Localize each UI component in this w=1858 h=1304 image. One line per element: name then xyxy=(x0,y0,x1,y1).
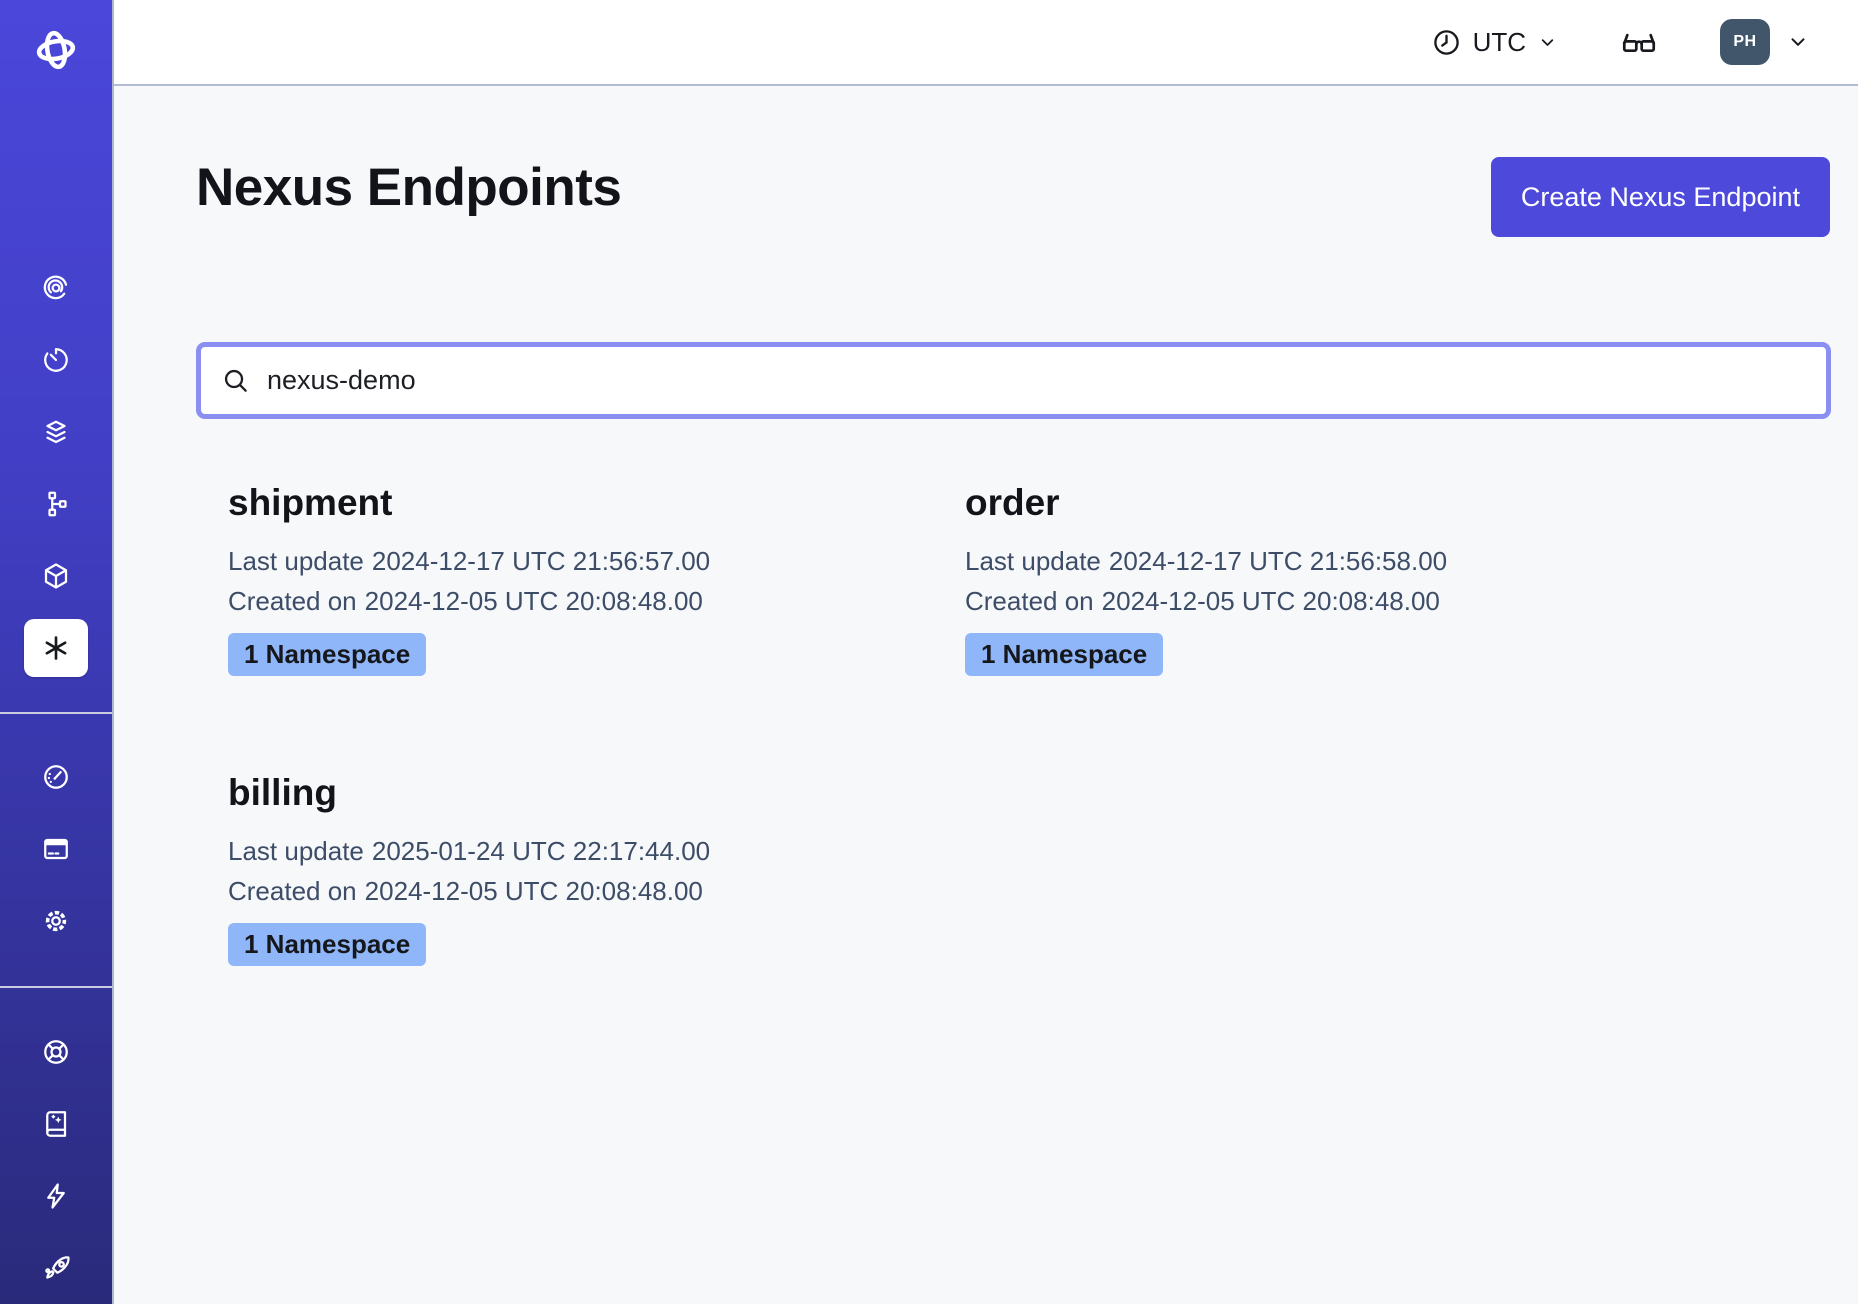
sidebar-item-workflows[interactable] xyxy=(0,252,112,324)
sidebar-item-docs[interactable] xyxy=(0,1088,112,1160)
sidebar-item-namespaces[interactable] xyxy=(0,540,112,612)
sidebar-divider xyxy=(0,986,112,988)
billing-card-icon xyxy=(41,834,71,864)
endpoint-name: order xyxy=(965,482,1675,525)
create-nexus-endpoint-button[interactable]: Create Nexus Endpoint xyxy=(1491,157,1830,237)
sidebar-item-deployments[interactable] xyxy=(0,396,112,468)
sidebar xyxy=(0,0,114,1304)
getting-started-rocket-icon xyxy=(41,1253,71,1283)
chevron-down-icon xyxy=(1537,32,1558,53)
workflows-spiral-icon xyxy=(41,273,71,303)
namespace-count-badge: 1 Namespace xyxy=(228,633,426,676)
endpoint-search-box xyxy=(196,342,1831,419)
topbar: UTC PH xyxy=(114,0,1858,86)
sidebar-item-usage[interactable] xyxy=(0,741,112,813)
sidebar-item-billing[interactable] xyxy=(0,813,112,885)
nexus-asterisk-icon xyxy=(41,633,71,663)
glasses-icon xyxy=(1620,23,1658,61)
sidebar-item-support[interactable] xyxy=(0,1016,112,1088)
endpoint-created: Created on2024-12-05 UTC 20:08:48.00 xyxy=(228,871,938,911)
reader-mode-button[interactable] xyxy=(1620,23,1658,61)
settings-gear-icon xyxy=(41,906,71,936)
endpoint-created: Created on2024-12-05 UTC 20:08:48.00 xyxy=(965,581,1675,621)
endpoint-name: billing xyxy=(228,772,938,815)
user-menu[interactable]: PH xyxy=(1720,19,1810,65)
timezone-label: UTC xyxy=(1473,27,1526,58)
namespaces-cube-icon xyxy=(41,561,71,591)
avatar: PH xyxy=(1720,19,1770,65)
page-title: Nexus Endpoints xyxy=(196,158,621,217)
sidebar-item-batch-operations[interactable] xyxy=(0,468,112,540)
sidebar-divider xyxy=(0,712,112,714)
endpoint-last-update: Last update2025-01-24 UTC 22:17:44.00 xyxy=(228,831,938,871)
endpoint-name: shipment xyxy=(228,482,938,525)
main-content: Nexus Endpoints Create Nexus Endpoint sh… xyxy=(114,86,1858,1304)
search-input[interactable] xyxy=(267,365,1806,396)
endpoint-last-update: Last update2024-12-17 UTC 21:56:57.00 xyxy=(228,541,938,581)
sidebar-group-account xyxy=(0,741,112,957)
temporal-logo[interactable] xyxy=(31,28,81,77)
batch-operations-tree-icon xyxy=(41,489,71,519)
sidebar-item-whats-new[interactable] xyxy=(0,1160,112,1232)
sidebar-item-getting-started[interactable] xyxy=(0,1232,112,1304)
chevron-down-icon xyxy=(1786,30,1810,54)
namespace-count-badge: 1 Namespace xyxy=(228,923,426,966)
timezone-selector[interactable]: UTC xyxy=(1431,27,1558,58)
endpoint-card-shipment[interactable]: shipment Last update2024-12-17 UTC 21:56… xyxy=(228,482,938,676)
active-item-highlight xyxy=(24,619,88,677)
clock-icon xyxy=(1431,27,1462,58)
sidebar-group-main xyxy=(0,252,112,684)
endpoint-created: Created on2024-12-05 UTC 20:08:48.00 xyxy=(228,581,938,621)
endpoint-last-update: Last update2024-12-17 UTC 21:56:58.00 xyxy=(965,541,1675,581)
sidebar-item-settings[interactable] xyxy=(0,885,112,957)
deployments-layers-icon xyxy=(41,417,71,447)
docs-book-icon xyxy=(41,1109,71,1139)
support-lifebuoy-icon xyxy=(41,1037,71,1067)
sidebar-item-schedules[interactable] xyxy=(0,324,112,396)
sidebar-group-help xyxy=(0,1016,112,1304)
search-icon xyxy=(221,366,250,395)
endpoint-card-order[interactable]: order Last update2024-12-17 UTC 21:56:58… xyxy=(965,482,1675,676)
sidebar-item-nexus[interactable] xyxy=(0,612,112,684)
namespace-count-badge: 1 Namespace xyxy=(965,633,1163,676)
updates-lightning-icon xyxy=(41,1181,71,1211)
endpoint-card-billing[interactable]: billing Last update2025-01-24 UTC 22:17:… xyxy=(228,772,938,966)
usage-gauge-icon xyxy=(41,762,71,792)
schedules-timer-icon xyxy=(41,345,71,375)
